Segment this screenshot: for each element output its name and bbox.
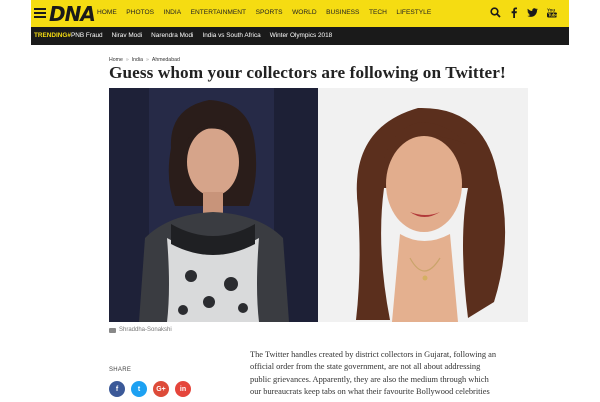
trending-item[interactable]: Narendra Modi <box>151 32 193 39</box>
header-icons: You Tube <box>490 5 559 23</box>
svg-text:Tube: Tube <box>548 13 557 18</box>
article-page: DNA HOME PHOTOS INDIA ENTERTAINMENT SPOR… <box>31 0 569 402</box>
site-logo[interactable]: DNA <box>49 2 96 26</box>
camera-icon <box>109 327 116 333</box>
share-buttons: f t G+ in <box>109 381 191 397</box>
article-title: Guess whom your collectors are following… <box>109 63 506 82</box>
linkedin-share-button[interactable]: in <box>175 381 191 397</box>
top-navbar: DNA HOME PHOTOS INDIA ENTERTAINMENT SPOR… <box>31 0 569 27</box>
portrait-left <box>109 88 318 322</box>
article-body: The Twitter handles created by district … <box>250 349 540 398</box>
youtube-icon[interactable]: You Tube <box>547 5 559 23</box>
image-caption: Shraddha-Sonakshi <box>109 327 172 333</box>
nav-world[interactable]: WORLD <box>292 9 317 16</box>
nav-sports[interactable]: SPORTS <box>256 9 283 16</box>
body-line: our bureaucrats keep tabs on what their … <box>250 386 490 396</box>
image-caption-text: Shraddha-Sonakshi <box>119 327 172 333</box>
nav-home[interactable]: HOME <box>97 9 117 16</box>
trending-list: PNB Fraud Nirav Modi Narendra Modi India… <box>71 32 341 39</box>
body-line: The Twitter handles created by district … <box>250 350 497 359</box>
nav-entertainment[interactable]: ENTERTAINMENT <box>191 9 246 16</box>
nav-photos[interactable]: PHOTOS <box>126 9 154 16</box>
main-nav: HOME PHOTOS INDIA ENTERTAINMENT SPORTS W… <box>97 9 441 16</box>
twitter-icon[interactable] <box>527 5 539 23</box>
portrait-right <box>318 88 528 322</box>
trending-bar: TRENDING# PNB Fraud Nirav Modi Narendra … <box>31 27 569 45</box>
google-plus-share-button[interactable]: G+ <box>153 381 169 397</box>
body-line: official order from the state government… <box>250 362 481 372</box>
nav-business[interactable]: BUSINESS <box>326 9 359 16</box>
trending-item[interactable]: PNB Fraud <box>71 32 103 39</box>
facebook-icon[interactable] <box>510 5 518 23</box>
article-hero-image <box>109 88 528 322</box>
trending-label: TRENDING# <box>34 32 71 39</box>
trending-item[interactable]: India vs South Africa <box>202 32 260 39</box>
search-icon[interactable] <box>490 5 501 23</box>
hamburger-menu-icon[interactable] <box>34 8 46 18</box>
twitter-share-button[interactable]: t <box>131 381 147 397</box>
trending-item[interactable]: Winter Olympics 2018 <box>270 32 333 39</box>
trending-item[interactable]: Nirav Modi <box>112 32 143 39</box>
nav-lifestyle[interactable]: LIFESTYLE <box>396 9 431 16</box>
body-line: public grievances. Apparently, they are … <box>250 374 489 384</box>
nav-tech[interactable]: TECH <box>369 9 387 16</box>
nav-india[interactable]: INDIA <box>164 9 182 16</box>
facebook-share-button[interactable]: f <box>109 381 125 397</box>
share-label: SHARE <box>109 367 132 373</box>
